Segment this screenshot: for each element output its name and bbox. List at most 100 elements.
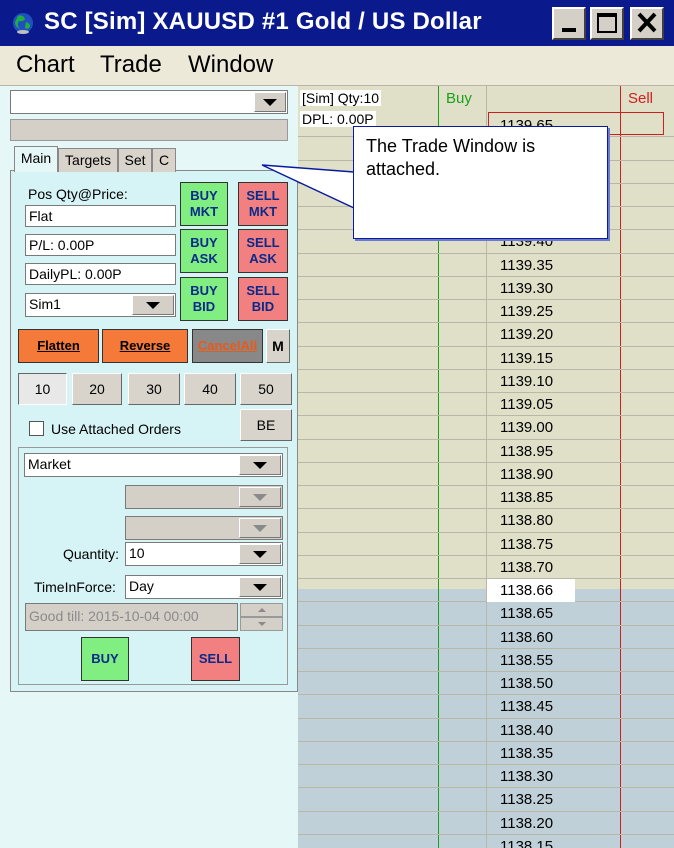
ladder-row[interactable]: 1138.60	[298, 626, 674, 649]
price-cell: 1138.95	[500, 442, 554, 460]
qty-30-button[interactable]: 30	[128, 373, 180, 405]
ladder-row[interactable]: 1138.80	[298, 509, 674, 533]
ladder-row[interactable]: 1138.75	[298, 533, 674, 556]
sell-button[interactable]: SELL	[191, 637, 240, 681]
ladder-row[interactable]: 1139.35	[298, 254, 674, 277]
status-bar	[10, 119, 288, 141]
m-button[interactable]: M	[266, 329, 290, 363]
chevron-down-icon[interactable]	[132, 295, 174, 315]
close-button[interactable]	[630, 7, 664, 40]
ladder-row[interactable]: 1138.20	[298, 812, 674, 835]
maximize-button[interactable]	[590, 7, 624, 40]
order-type-combo[interactable]: Market	[24, 453, 283, 477]
qty-10-button[interactable]: 10	[18, 373, 67, 405]
pl-value: P/L: 0.00P	[25, 234, 176, 256]
chevron-up-icon	[258, 608, 266, 612]
ladder-row[interactable]: 1139.00	[298, 416, 674, 440]
ladder-row[interactable]: 1138.95	[298, 440, 674, 463]
minimize-button[interactable]	[552, 7, 586, 40]
price-cell: 1139.30	[500, 279, 554, 297]
app-globe-icon	[13, 13, 33, 34]
price-cell: 1138.55	[500, 651, 554, 669]
ladder-row[interactable]: 1138.90	[298, 463, 674, 486]
ladder-row[interactable]: 1139.15	[298, 347, 674, 370]
good-till-field: Good till: 2015-10-04 00:00	[25, 603, 238, 631]
price-cell: 1139.05	[500, 396, 554, 413]
cancel-all-label: CancelAll	[197, 338, 258, 353]
price-cell: 1139.15	[500, 349, 554, 367]
tif-combo[interactable]: Day	[125, 575, 283, 599]
ladder-row-current[interactable]: 1138.66	[298, 579, 674, 603]
ladder-row[interactable]: 1138.70	[298, 556, 674, 579]
ladder-row[interactable]: 1138.50	[298, 672, 674, 696]
buy-mkt-button[interactable]: BUY MKT	[180, 182, 228, 226]
price-cell: 1139.10	[500, 372, 554, 390]
price-cell: 1138.75	[500, 535, 554, 553]
buy-bid-button[interactable]: BUY BID	[180, 277, 228, 321]
good-till-spin-up[interactable]	[240, 603, 283, 617]
ladder-row[interactable]: 1138.85	[298, 486, 674, 510]
price-cell: 1138.25	[500, 791, 554, 809]
qty-20-button[interactable]: 20	[72, 373, 122, 405]
chevron-down-icon[interactable]	[239, 487, 281, 507]
chevron-down-icon[interactable]	[239, 577, 281, 597]
be-button[interactable]: BE	[240, 409, 292, 441]
qty-40-button[interactable]: 40	[184, 373, 236, 405]
flatten-button[interactable]: Flatten	[18, 329, 99, 363]
quantity-combo[interactable]: 10	[125, 542, 283, 566]
ladder-row[interactable]: 1138.65	[298, 602, 674, 626]
ladder-row[interactable]: 1139.10	[298, 370, 674, 393]
pos-label: Pos Qty@Price:	[28, 186, 128, 202]
chevron-down-icon[interactable]	[239, 518, 281, 538]
cancel-all-button[interactable]: CancelAll	[192, 329, 263, 363]
price-cell: 1138.70	[500, 558, 554, 576]
price2-combo[interactable]	[125, 516, 283, 540]
chevron-down-icon[interactable]	[239, 544, 281, 564]
ladder-row[interactable]: 1138.55	[298, 649, 674, 672]
tab-targets[interactable]: Targets	[58, 148, 118, 172]
chevron-down-icon[interactable]	[254, 92, 286, 112]
price1-combo[interactable]	[125, 485, 283, 509]
ladder-row[interactable]: 1139.20	[298, 323, 674, 347]
ladder-row[interactable]: 1138.35	[298, 742, 674, 765]
sell-header: Sell	[628, 90, 654, 107]
menu-trade[interactable]: Trade	[100, 51, 162, 79]
good-till-spin-down[interactable]	[240, 617, 283, 631]
use-attached-orders-checkbox[interactable]	[29, 421, 44, 436]
callout-box: The Trade Window is attached.	[353, 126, 608, 239]
chevron-down-icon	[258, 622, 266, 626]
buy-ask-button[interactable]: BUY ASK	[180, 229, 228, 273]
order-type-value: Market	[28, 456, 71, 472]
menu-bar: Chart Trade Window	[0, 46, 674, 86]
tab-set[interactable]: Set	[118, 148, 152, 172]
price-cell: 1138.85	[500, 489, 554, 506]
menu-chart[interactable]: Chart	[16, 51, 75, 79]
title-bar: SC [Sim] XAUUSD #1 Gold / US Dollar	[0, 0, 674, 46]
ladder-row[interactable]: 1139.25	[298, 300, 674, 324]
chevron-down-icon[interactable]	[239, 455, 281, 475]
tab-main[interactable]: Main	[14, 146, 58, 172]
qty-50-button[interactable]: 50	[240, 373, 292, 405]
reverse-button[interactable]: Reverse	[102, 329, 188, 363]
ladder-row[interactable]: 1139.05	[298, 393, 674, 417]
tab-c[interactable]: C	[152, 148, 176, 172]
ladder-row[interactable]: 1138.25	[298, 788, 674, 812]
sell-bid-button[interactable]: SELL BID	[238, 277, 288, 321]
ladder-row[interactable]: 1139.30	[298, 277, 674, 300]
ladder-row[interactable]: 1138.15	[298, 835, 674, 848]
dailypl-value: DailyPL: 0.00P	[25, 263, 176, 285]
account-combo[interactable]: Sim1	[25, 293, 176, 317]
callout-joint	[354, 160, 357, 190]
price-cell: 1138.60	[500, 628, 554, 646]
price-cell: 1138.40	[500, 721, 554, 739]
ladder-row[interactable]: 1138.45	[298, 695, 674, 719]
buy-button[interactable]: BUY	[81, 637, 129, 681]
symbol-combo[interactable]	[10, 90, 288, 114]
pos-value: Flat	[25, 205, 176, 227]
price-cell: 1138.15	[500, 837, 554, 848]
menu-window[interactable]: Window	[188, 51, 273, 79]
ladder-row[interactable]: 1138.30	[298, 765, 674, 789]
ladder-row[interactable]: 1138.40	[298, 719, 674, 742]
sim-qty-info: [Sim] Qty:10	[300, 90, 382, 106]
price-cell: 1138.80	[500, 512, 554, 530]
